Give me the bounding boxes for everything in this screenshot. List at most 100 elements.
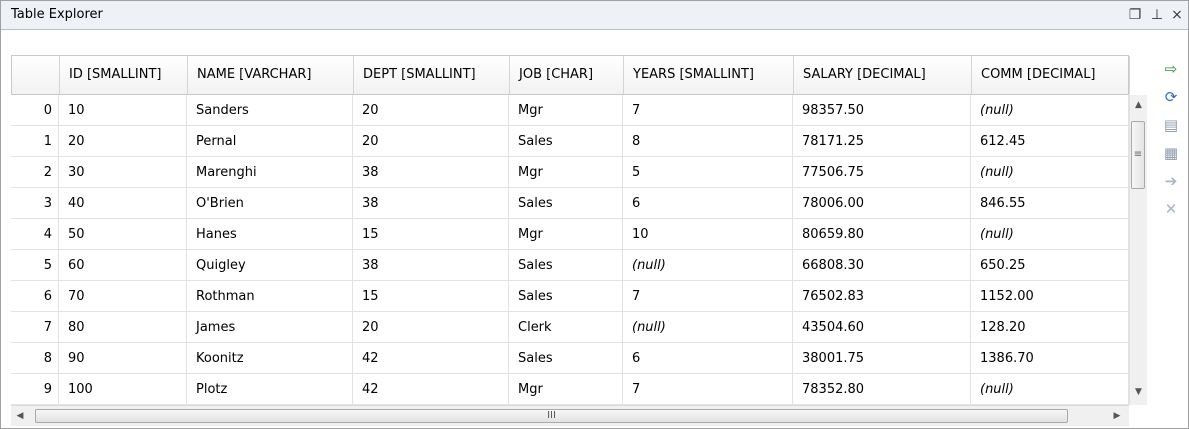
dept-cell[interactable]: 38	[353, 188, 509, 218]
table-row[interactable]: 6 70 Rothman 15 Sales 7 76502.83 1152.00	[11, 281, 1129, 312]
job-cell[interactable]: Mgr	[509, 374, 623, 404]
insert-row-icon[interactable]: ▤	[1161, 115, 1181, 135]
comm-cell[interactable]: 128.20	[971, 312, 1129, 342]
duplicate-row-icon[interactable]: ▦	[1161, 143, 1181, 163]
comm-cell[interactable]: (null)	[971, 95, 1129, 125]
id-cell[interactable]: 30	[59, 157, 187, 187]
table-row[interactable]: 3 40 O'Brien 38 Sales 6 78006.00 846.55	[11, 188, 1129, 219]
years-cell[interactable]: 8	[623, 126, 793, 156]
name-cell[interactable]: Rothman	[187, 281, 353, 311]
salary-cell[interactable]: 38001.75	[793, 343, 971, 373]
table-row[interactable]: 0 10 Sanders 20 Mgr 7 98357.50 (null)	[11, 95, 1129, 126]
table-row[interactable]: 1 20 Pernal 20 Sales 8 78171.25 612.45	[11, 126, 1129, 157]
years-cell[interactable]: 7	[623, 281, 793, 311]
salary-cell[interactable]: 77506.75	[793, 157, 971, 187]
pin-icon[interactable]: ⊥	[1147, 5, 1167, 25]
id-cell[interactable]: 10	[59, 95, 187, 125]
table-row[interactable]: 9 100 Plotz 42 Mgr 7 78352.80 (null)	[11, 374, 1129, 405]
dept-cell[interactable]: 42	[353, 343, 509, 373]
salary-cell[interactable]: 78352.80	[793, 374, 971, 404]
id-cell[interactable]: 20	[59, 126, 187, 156]
job-cell[interactable]: Sales	[509, 250, 623, 280]
dept-cell[interactable]: 15	[353, 281, 509, 311]
table-row[interactable]: 5 60 Quigley 38 Sales (null) 66808.30 650.25	[11, 250, 1129, 281]
years-cell[interactable]: (null)	[623, 250, 793, 280]
refresh-icon[interactable]: ⟳	[1161, 87, 1181, 107]
id-cell[interactable]: 80	[59, 312, 187, 342]
dept-cell[interactable]: 20	[353, 312, 509, 342]
salary-cell[interactable]: 43504.60	[793, 312, 971, 342]
table-row[interactable]: 8 90 Koonitz 42 Sales 6 38001.75 1386.70	[11, 343, 1129, 374]
export-icon[interactable]: ⇨	[1161, 59, 1181, 79]
name-cell[interactable]: Koonitz	[187, 343, 353, 373]
scroll-left-icon[interactable]: ◀	[14, 411, 26, 421]
years-cell[interactable]: 6	[623, 188, 793, 218]
name-cell[interactable]: Pernal	[187, 126, 353, 156]
years-cell[interactable]: 7	[623, 374, 793, 404]
dept-cell[interactable]: 20	[353, 126, 509, 156]
id-cell[interactable]: 40	[59, 188, 187, 218]
dept-cell[interactable]: 20	[353, 95, 509, 125]
comm-cell[interactable]: (null)	[971, 374, 1129, 404]
years-cell[interactable]: 7	[623, 95, 793, 125]
horizontal-scrollbar[interactable]: ◀ III ▶	[11, 405, 1129, 426]
salary-cell[interactable]: 98357.50	[793, 95, 971, 125]
name-cell[interactable]: Quigley	[187, 250, 353, 280]
dept-cell[interactable]: 42	[353, 374, 509, 404]
comm-cell[interactable]: 612.45	[971, 126, 1129, 156]
id-column-header[interactable]: ID [SMALLINT]	[60, 56, 188, 94]
commit-icon[interactable]: ➔	[1161, 171, 1181, 191]
job-cell[interactable]: Mgr	[509, 95, 623, 125]
scroll-down-icon[interactable]: ▼	[1130, 387, 1147, 397]
job-cell[interactable]: Clerk	[509, 312, 623, 342]
dept-column-header[interactable]: DEPT [SMALLINT]	[354, 56, 510, 94]
job-column-header[interactable]: JOB [CHAR]	[510, 56, 624, 94]
name-cell[interactable]: Marenghi	[187, 157, 353, 187]
name-cell[interactable]: O'Brien	[187, 188, 353, 218]
id-cell[interactable]: 100	[59, 374, 187, 404]
table-row[interactable]: 2 30 Marenghi 38 Mgr 5 77506.75 (null)	[11, 157, 1129, 188]
row-index-header[interactable]	[12, 56, 60, 94]
table-row[interactable]: 4 50 Hanes 15 Mgr 10 80659.80 (null)	[11, 219, 1129, 250]
job-cell[interactable]: Sales	[509, 126, 623, 156]
years-cell[interactable]: 5	[623, 157, 793, 187]
name-column-header[interactable]: NAME [VARCHAR]	[188, 56, 354, 94]
id-cell[interactable]: 60	[59, 250, 187, 280]
comm-cell[interactable]: 846.55	[971, 188, 1129, 218]
salary-column-header[interactable]: SALARY [DECIMAL]	[794, 56, 972, 94]
comm-cell[interactable]: (null)	[971, 219, 1129, 249]
job-cell[interactable]: Sales	[509, 281, 623, 311]
salary-cell[interactable]: 66808.30	[793, 250, 971, 280]
dept-cell[interactable]: 38	[353, 157, 509, 187]
vertical-scrollbar[interactable]: ▲ ≡ ▼	[1129, 95, 1147, 405]
table-row[interactable]: 7 80 James 20 Clerk (null) 43504.60 128.20	[11, 312, 1129, 343]
years-cell[interactable]: 6	[623, 343, 793, 373]
name-cell[interactable]: Sanders	[187, 95, 353, 125]
scroll-up-icon[interactable]: ▲	[1130, 100, 1147, 110]
name-cell[interactable]: Plotz	[187, 374, 353, 404]
salary-cell[interactable]: 76502.83	[793, 281, 971, 311]
comm-cell[interactable]: (null)	[971, 157, 1129, 187]
name-cell[interactable]: Hanes	[187, 219, 353, 249]
name-cell[interactable]: James	[187, 312, 353, 342]
id-cell[interactable]: 50	[59, 219, 187, 249]
close-icon[interactable]: ×	[1167, 5, 1187, 25]
dept-cell[interactable]: 15	[353, 219, 509, 249]
comm-column-header[interactable]: COMM [DECIMAL]	[972, 56, 1130, 94]
job-cell[interactable]: Sales	[509, 188, 623, 218]
delete-icon[interactable]: ✕	[1161, 199, 1181, 219]
vertical-scroll-thumb[interactable]: ≡	[1131, 121, 1145, 189]
comm-cell[interactable]: 1152.00	[971, 281, 1129, 311]
comm-cell[interactable]: 1386.70	[971, 343, 1129, 373]
dept-cell[interactable]: 38	[353, 250, 509, 280]
salary-cell[interactable]: 80659.80	[793, 219, 971, 249]
years-cell[interactable]: 10	[623, 219, 793, 249]
years-cell[interactable]: (null)	[623, 312, 793, 342]
job-cell[interactable]: Sales	[509, 343, 623, 373]
salary-cell[interactable]: 78006.00	[793, 188, 971, 218]
restore-window-icon[interactable]: ❐	[1125, 5, 1145, 25]
years-column-header[interactable]: YEARS [SMALLINT]	[624, 56, 794, 94]
job-cell[interactable]: Mgr	[509, 219, 623, 249]
comm-cell[interactable]: 650.25	[971, 250, 1129, 280]
id-cell[interactable]: 70	[59, 281, 187, 311]
